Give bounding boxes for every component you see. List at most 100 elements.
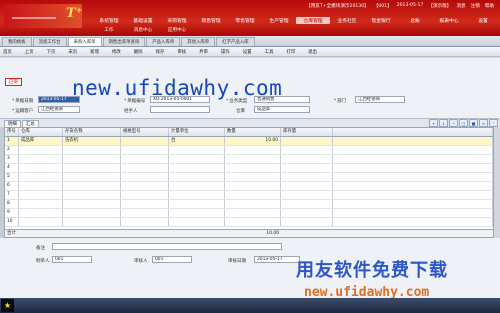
table-cell[interactable] bbox=[19, 164, 63, 172]
table-cell[interactable]: 台 bbox=[169, 137, 225, 145]
table-cell[interactable] bbox=[225, 146, 281, 154]
table-cell[interactable] bbox=[19, 191, 63, 199]
next-page-button[interactable]: 下页 bbox=[47, 49, 56, 55]
insert-row-icon[interactable]: ↓ bbox=[439, 119, 448, 127]
nav-production[interactable]: 生产管理 bbox=[262, 17, 296, 24]
table-cell[interactable] bbox=[281, 173, 333, 181]
table-cell[interactable] bbox=[225, 218, 281, 226]
table-cell[interactable] bbox=[121, 173, 169, 181]
paste-icon[interactable]: ■ bbox=[469, 119, 478, 127]
table-cell[interactable] bbox=[225, 155, 281, 163]
col-item-name[interactable]: 存货名称 bbox=[63, 128, 121, 136]
exit-button[interactable]: 退出 bbox=[308, 49, 317, 55]
table-row[interactable]: 5 bbox=[5, 173, 493, 182]
table-cell[interactable] bbox=[63, 191, 121, 199]
table-cell[interactable] bbox=[63, 200, 121, 208]
more-icon[interactable]: ⋮ bbox=[489, 119, 498, 127]
delete-button[interactable]: 删除 bbox=[134, 49, 143, 55]
table-cell[interactable]: 2 bbox=[5, 146, 19, 154]
col-seq[interactable]: 序号 bbox=[5, 128, 19, 136]
table-cell[interactable] bbox=[225, 182, 281, 190]
table-cell[interactable] bbox=[169, 182, 225, 190]
edit-button[interactable]: 修改 bbox=[112, 49, 121, 55]
table-cell[interactable] bbox=[19, 155, 63, 163]
table-row[interactable]: 9 bbox=[5, 209, 493, 218]
table-cell[interactable] bbox=[281, 137, 333, 145]
table-cell[interactable] bbox=[63, 173, 121, 181]
add-row-icon[interactable]: + bbox=[429, 119, 438, 127]
table-cell[interactable] bbox=[121, 182, 169, 190]
subnav-message-center[interactable]: 消息中心 bbox=[126, 27, 160, 33]
tab-red-inbound[interactable]: 红字产品入库 bbox=[216, 37, 255, 46]
first-page-button[interactable]: 首页 bbox=[3, 49, 12, 55]
unapprove-button[interactable]: 弃审 bbox=[199, 49, 208, 55]
table-cell[interactable] bbox=[281, 155, 333, 163]
table-cell[interactable] bbox=[281, 209, 333, 217]
tab-product-inbound[interactable]: 产品入库单 bbox=[146, 37, 181, 46]
table-cell[interactable] bbox=[225, 173, 281, 181]
table-cell[interactable]: 3 bbox=[5, 155, 19, 163]
table-cell[interactable] bbox=[19, 146, 63, 154]
table-cell[interactable]: 成品库 bbox=[19, 137, 63, 145]
col-unit[interactable]: 计量单位 bbox=[169, 128, 225, 136]
approve-button[interactable]: 审核 bbox=[177, 49, 186, 55]
table-row[interactable]: 3 bbox=[5, 155, 493, 164]
table-row[interactable]: 8 bbox=[5, 200, 493, 209]
help-link[interactable]: 帮助 bbox=[485, 3, 494, 9]
table-cell[interactable] bbox=[121, 146, 169, 154]
table-cell[interactable]: 10 bbox=[5, 218, 19, 226]
table-cell[interactable]: 1 bbox=[5, 137, 19, 145]
table-cell[interactable] bbox=[121, 155, 169, 163]
messages-link[interactable]: 消息 bbox=[456, 3, 465, 9]
table-cell[interactable] bbox=[169, 146, 225, 154]
table-cell[interactable] bbox=[281, 146, 333, 154]
col-qty[interactable]: 数量 bbox=[225, 128, 281, 136]
table-cell[interactable]: 6 bbox=[5, 182, 19, 190]
table-cell[interactable] bbox=[19, 173, 63, 181]
table-cell[interactable]: 10.00 bbox=[225, 137, 281, 145]
table-cell[interactable] bbox=[121, 218, 169, 226]
table-cell[interactable] bbox=[225, 164, 281, 172]
table-cell[interactable] bbox=[225, 191, 281, 199]
table-row[interactable]: 10 bbox=[5, 218, 493, 227]
table-row[interactable]: 6 bbox=[5, 182, 493, 191]
prev-page-button[interactable]: 上页 bbox=[25, 49, 34, 55]
nav-basic-settings[interactable]: 基础设置 bbox=[126, 17, 160, 24]
last-page-button[interactable]: 末页 bbox=[68, 49, 77, 55]
table-cell[interactable] bbox=[19, 200, 63, 208]
dept-field[interactable]: 江西经销商 bbox=[355, 96, 405, 103]
table-cell[interactable] bbox=[63, 146, 121, 154]
print-menu[interactable]: 打印 bbox=[286, 49, 295, 55]
table-cell[interactable] bbox=[281, 182, 333, 190]
col-spec[interactable]: 规格型号 bbox=[121, 128, 169, 136]
table-row[interactable]: 7 bbox=[5, 191, 493, 200]
table-cell[interactable] bbox=[281, 191, 333, 199]
note-field[interactable] bbox=[52, 243, 282, 250]
logout-link[interactable]: 注销 bbox=[471, 3, 480, 9]
nav-retail[interactable]: 零售管理 bbox=[228, 17, 262, 24]
col-warehouse[interactable]: 仓库 bbox=[19, 128, 63, 136]
tab-dashboard[interactable]: 我的桃板 bbox=[2, 37, 32, 46]
table-row[interactable]: 1 成品库 洗衣机 台 10.00 bbox=[5, 137, 493, 146]
table-cell[interactable]: 9 bbox=[5, 209, 19, 217]
nav-reports[interactable]: 报表中心 bbox=[432, 17, 466, 24]
table-cell[interactable] bbox=[121, 164, 169, 172]
new-button[interactable]: 新增 bbox=[90, 49, 99, 55]
col-stock[interactable]: 库存量 bbox=[281, 128, 333, 136]
tab-other-inbound[interactable]: 其他入库单 bbox=[181, 37, 216, 46]
handler-field[interactable] bbox=[150, 106, 210, 113]
operate-menu[interactable]: 操作 bbox=[221, 49, 230, 55]
table-cell[interactable] bbox=[169, 164, 225, 172]
copy-icon[interactable]: □ bbox=[459, 119, 468, 127]
nav-cash-bank[interactable]: 现金银行 bbox=[364, 17, 398, 24]
table-cell[interactable] bbox=[63, 218, 121, 226]
nav-sales[interactable]: 销售管理 bbox=[194, 17, 228, 24]
table-cell[interactable] bbox=[169, 173, 225, 181]
tab-purchase-inbound[interactable]: 采购入库单 bbox=[67, 37, 102, 46]
table-cell[interactable] bbox=[281, 164, 333, 172]
tab-workflow[interactable]: 流程工作台 bbox=[32, 37, 67, 46]
table-cell[interactable] bbox=[121, 137, 169, 145]
nav-ledger[interactable]: 总账 bbox=[398, 17, 432, 24]
table-cell[interactable]: 洗衣机 bbox=[63, 137, 121, 145]
nav-system[interactable]: 系统管理 bbox=[92, 17, 126, 24]
